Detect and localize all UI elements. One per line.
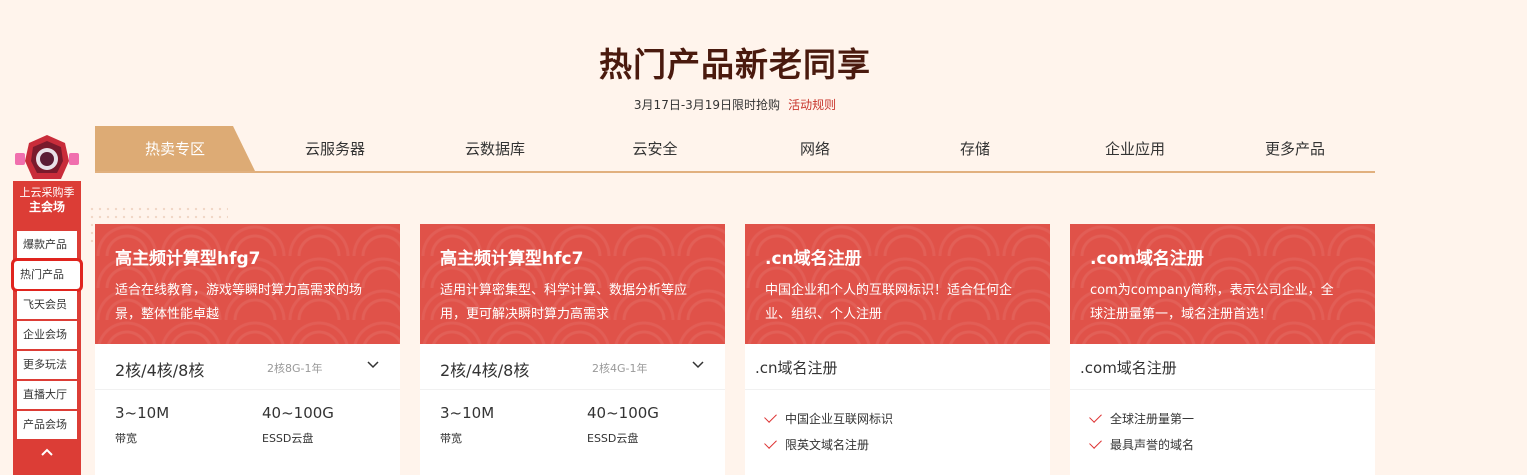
check-icon: [1089, 436, 1102, 449]
card-header[interactable]: .cn域名注册 中国企业和个人的互联网标识！适合任何企业、组织、个人注册: [745, 224, 1050, 344]
card-description: 适用计算密集型、科学计算、数据分析等应用，更可解决瞬时算力高需求: [440, 283, 688, 322]
product-option[interactable]: .com域名注册: [1070, 344, 1375, 390]
card-header[interactable]: .com域名注册 com为company简称，表示公司企业，全球注册量第一，域名…: [1070, 224, 1375, 344]
product-card-hfc7: 高主频计算型hfc7 适用计算密集型、科学计算、数据分析等应用，更可解决瞬时算力…: [420, 224, 725, 475]
spec-disk: 40~100G ESSD云盘: [262, 404, 334, 446]
promo-dates: 3月17日-3月19日限时抢购: [633, 98, 781, 112]
page-title: 热门产品新老同享: [599, 45, 871, 84]
feature-list: 全球注册量第一 最具声誉的域名: [1070, 390, 1375, 474]
card-header[interactable]: 高主频计算型hfc7 适用计算密集型、科学计算、数据分析等应用，更可解决瞬时算力…: [420, 224, 725, 344]
card-title: 高主频计算型hfg7: [115, 249, 261, 269]
sidebar-heading-line1: 上云采购季: [19, 186, 75, 199]
spec-value: 3~10M: [115, 404, 170, 422]
feature-item: 限英文域名注册: [764, 436, 870, 453]
tab-cloud-server[interactable]: 云服务器: [255, 126, 415, 171]
floating-sidebar: 上云采购季 主会场 爆款产品 热门产品 飞天会员 企业会场 更多玩法 直播大厅 …: [11, 135, 83, 475]
card-header[interactable]: 高主频计算型hfg7 适合在线教育，游戏等瞬时算力高需求的场景，整体性能卓越: [95, 224, 400, 344]
spec-value: 3~10M: [440, 404, 495, 422]
feature-text: 中国企业互联网标识: [785, 412, 894, 426]
spec-select[interactable]: 2核/4核/8核 2核4G-1年: [420, 344, 725, 390]
sidebar-item-more-activities[interactable]: 更多玩法: [17, 351, 77, 379]
feature-text: 最具声誉的域名: [1110, 438, 1195, 452]
spec-select-config: 2核8G-1年: [267, 362, 323, 375]
sidebar-item-enterprise[interactable]: 企业会场: [17, 321, 77, 349]
sidebar-item-feitian-member[interactable]: 飞天会员: [17, 291, 77, 319]
spec-label: 带宽: [440, 432, 462, 445]
feature-text: 限英文域名注册: [785, 438, 870, 452]
product-option[interactable]: .cn域名注册: [745, 344, 1050, 390]
card-title: .com域名注册: [1090, 249, 1204, 269]
card-description: 适合在线教育，游戏等瞬时算力高需求的场景，整体性能卓越: [115, 283, 363, 322]
chevron-up-icon: [41, 448, 53, 456]
promo-subtitle: 3月17日-3月19日限时抢购 活动规则: [0, 96, 1470, 113]
feature-item: 中国企业互联网标识: [764, 410, 894, 427]
sidebar-item-hot-products[interactable]: 热门产品: [11, 258, 83, 292]
tab-storage[interactable]: 存储: [895, 126, 1055, 171]
product-option-value: .cn域名注册: [755, 359, 838, 377]
feature-text: 全球注册量第一: [1110, 412, 1195, 426]
spec-bandwidth: 3~10M 带宽: [440, 404, 494, 446]
tab-network[interactable]: 网络: [735, 126, 895, 171]
spec-value: 40~100G: [262, 404, 334, 422]
back-to-top-button[interactable]: [26, 440, 68, 466]
sidebar-item-product-venue[interactable]: 产品会场: [17, 411, 77, 439]
spec-label: 带宽: [115, 432, 137, 445]
feature-list: 中国企业互联网标识 限英文域名注册: [745, 390, 1050, 474]
tab-cloud-security[interactable]: 云安全: [575, 126, 735, 171]
spec-disk: 40~100G ESSD云盘: [587, 404, 659, 446]
check-icon: [764, 436, 777, 449]
tab-more-products[interactable]: 更多产品: [1215, 126, 1375, 171]
tab-hot-sale[interactable]: 热卖专区: [95, 126, 255, 171]
product-tabs: 热卖专区 云服务器 云数据库 云安全 网络 存储 企业应用 更多产品: [95, 126, 1375, 173]
spec-label: ESSD云盘: [587, 432, 639, 445]
sidebar-item-hot-deals[interactable]: 爆款产品: [17, 231, 77, 259]
product-card-hfg7: 高主频计算型hfg7 适合在线教育，游戏等瞬时算力高需求的场景，整体性能卓越 2…: [95, 224, 400, 475]
spec-label: ESSD云盘: [262, 432, 314, 445]
feature-item: 最具声誉的域名: [1089, 436, 1195, 453]
check-icon: [1089, 410, 1102, 423]
check-icon: [764, 410, 777, 423]
card-description: 中国企业和个人的互联网标识！适合任何企业、组织、个人注册: [765, 283, 1013, 322]
sidebar-heading-line2: 主会场: [28, 200, 65, 214]
product-card-cn-domain: .cn域名注册 中国企业和个人的互联网标识！适合任何企业、组织、个人注册 .cn…: [745, 224, 1050, 475]
lantern-icon: [15, 135, 79, 179]
spec-list: 3~10M 带宽 40~100G ESSD云盘: [420, 390, 725, 474]
tab-enterprise-apps[interactable]: 企业应用: [1055, 126, 1215, 171]
product-option-value: .com域名注册: [1080, 359, 1177, 377]
spec-list: 3~10M 带宽 40~100G ESSD云盘: [95, 390, 400, 474]
chevron-down-icon: [692, 361, 704, 369]
spec-select-value: 2核/4核/8核: [440, 361, 530, 380]
card-description: com为company简称，表示公司企业，全球注册量第一，域名注册首选！: [1090, 283, 1334, 322]
tab-cloud-database[interactable]: 云数据库: [415, 126, 575, 171]
feature-item: 全球注册量第一: [1089, 410, 1195, 427]
card-title: 高主频计算型hfc7: [440, 249, 584, 269]
spec-bandwidth: 3~10M 带宽: [115, 404, 169, 446]
sidebar-heading[interactable]: 上云采购季 主会场: [13, 185, 81, 215]
sidebar-item-live-hall[interactable]: 直播大厅: [17, 381, 77, 409]
rules-link[interactable]: 活动规则: [788, 98, 836, 112]
chevron-down-icon: [367, 361, 379, 369]
spec-select-config: 2核4G-1年: [592, 362, 648, 375]
spec-select[interactable]: 2核/4核/8核 2核8G-1年: [95, 344, 400, 390]
spec-select-value: 2核/4核/8核: [115, 361, 205, 380]
spec-value: 40~100G: [587, 404, 659, 422]
product-card-com-domain: .com域名注册 com为company简称，表示公司企业，全球注册量第一，域名…: [1070, 224, 1375, 475]
card-title: .cn域名注册: [765, 249, 862, 269]
